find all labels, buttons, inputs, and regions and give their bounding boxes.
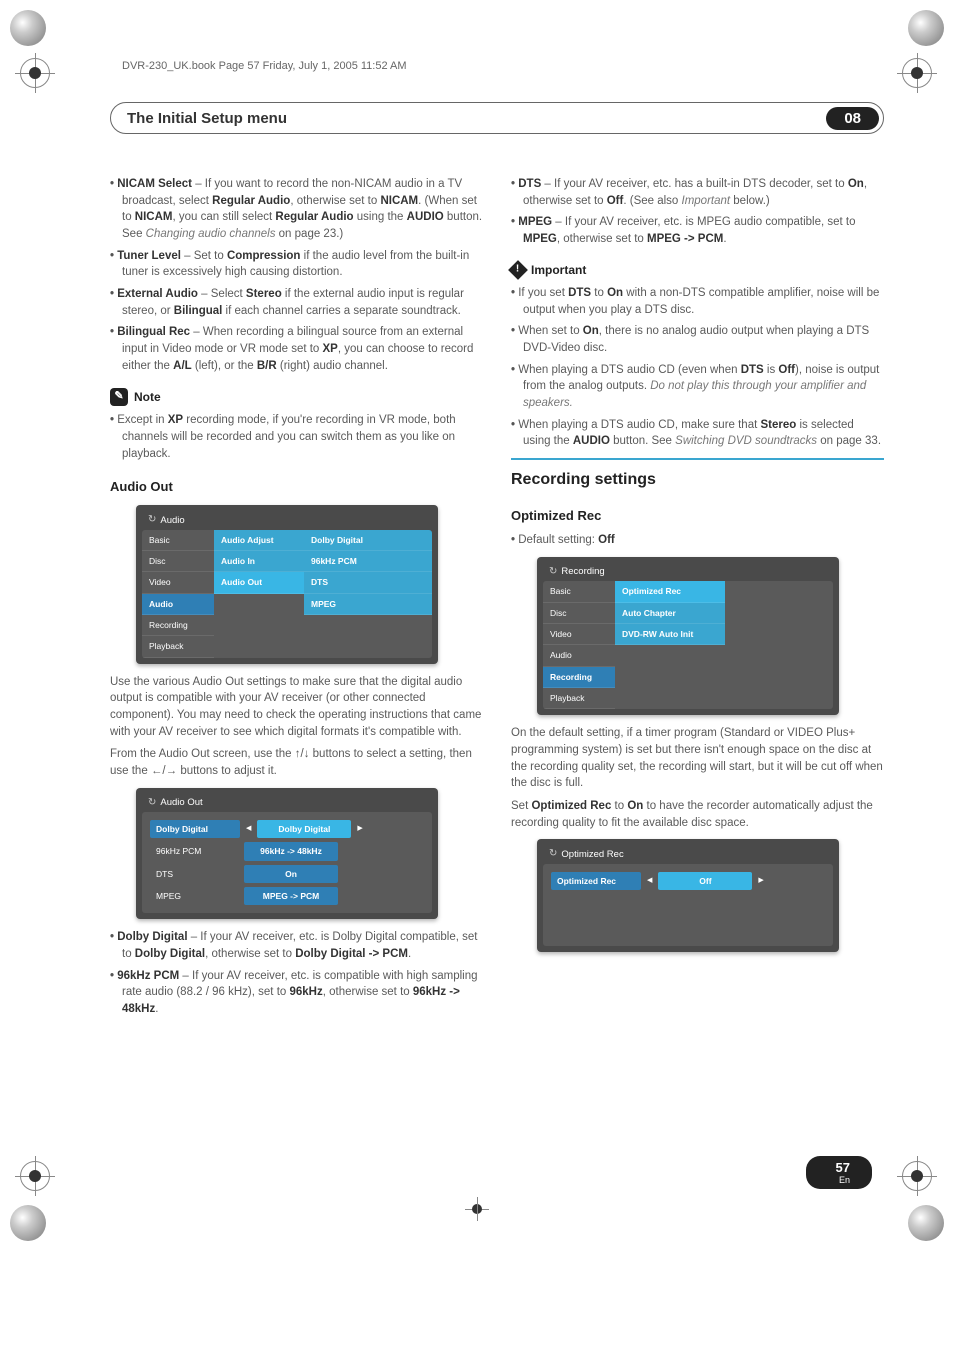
important-item-1: If you set DTS to On with a non-DTS comp… bbox=[511, 285, 884, 318]
ui-cell: Dolby Digital bbox=[304, 530, 432, 551]
optimized-rec-para2: Set Optimized Rec to On to have the reco… bbox=[511, 798, 884, 831]
ui-cell: Recording bbox=[142, 615, 214, 636]
ui-cell: Auto Chapter bbox=[615, 603, 725, 624]
ui-cell: Dolby Digital bbox=[150, 820, 240, 838]
ui-cell: DTS bbox=[150, 865, 240, 883]
ui-panel-recording: Recording Basic Disc Video Audio Recordi… bbox=[537, 557, 839, 715]
ui-cell: Playback bbox=[142, 636, 214, 657]
ui-cell: Audio In bbox=[214, 551, 304, 572]
page-language: En bbox=[836, 1175, 850, 1185]
item-mpeg: MPEG – If your AV receiver, etc. is MPEG… bbox=[511, 214, 884, 247]
ui-cell: MPEG bbox=[304, 594, 432, 615]
ui-cell: Recording bbox=[543, 667, 615, 688]
print-corner-br bbox=[908, 1205, 944, 1241]
print-corner-tl bbox=[10, 10, 46, 46]
ui-cell: Audio bbox=[543, 645, 615, 666]
updown-arrow-icon: ↑/↓ bbox=[295, 748, 310, 760]
ui-panel-audio: Audio Basic Disc Video Audio Recording P… bbox=[136, 505, 438, 663]
item-external-audio: External Audio – Select Stereo if the ex… bbox=[110, 286, 483, 319]
ui-cell: Audio Adjust bbox=[214, 530, 304, 551]
ui-cell: Playback bbox=[543, 688, 615, 709]
heading-recording-settings: Recording settings bbox=[511, 458, 884, 491]
item-bilingual-rec: Bilingual Rec – When recording a bilingu… bbox=[110, 324, 483, 374]
note-icon: ✎ bbox=[110, 388, 128, 406]
chapter-title: The Initial Setup menu bbox=[127, 110, 287, 127]
print-corner-bl bbox=[10, 1205, 46, 1241]
registration-mark-tl bbox=[20, 58, 52, 90]
ui-panel-recording-title: Recording bbox=[543, 563, 833, 582]
print-corner-tr bbox=[908, 10, 944, 46]
item-96khz-pcm: 96kHz PCM – If your AV receiver, etc. is… bbox=[110, 968, 483, 1018]
registration-mark-bl bbox=[20, 1161, 52, 1193]
ui-cell: 96kHz PCM bbox=[150, 842, 240, 860]
ui-panel-optimized-rec: Optimized Rec Optimized Rec◀Off▶ bbox=[537, 839, 839, 952]
chapter-number-badge: 08 bbox=[826, 107, 879, 130]
ui-cell: Off bbox=[658, 872, 752, 890]
ui-cell: Video bbox=[543, 624, 615, 645]
heading-optimized-rec: Optimized Rec bbox=[511, 507, 884, 526]
ui-cell: Audio bbox=[142, 594, 214, 615]
ui-cell: 96kHz PCM bbox=[304, 551, 432, 572]
page-number: 57 bbox=[836, 1160, 850, 1175]
ui-cell: Dolby Digital bbox=[257, 820, 351, 838]
leftright-arrow-icon: ←/→ bbox=[151, 765, 177, 777]
left-column: NICAM Select – If you want to record the… bbox=[110, 174, 483, 1026]
optimized-rec-default: Default setting: Off bbox=[511, 532, 884, 549]
book-header-line: DVR-230_UK.book Page 57 Friday, July 1, … bbox=[122, 60, 884, 72]
heading-audio-out: Audio Out bbox=[110, 478, 483, 497]
note-heading: ✎ Note bbox=[110, 388, 483, 406]
chapter-titlebar: The Initial Setup menu 08 bbox=[110, 102, 884, 134]
note-text: Except in XP recording mode, if you're r… bbox=[110, 412, 483, 462]
ui-cell: Optimized Rec bbox=[615, 581, 725, 602]
ui-cell: Audio Out bbox=[214, 572, 304, 593]
ui-panel-audio-title: Audio bbox=[142, 511, 432, 530]
important-icon: ! bbox=[508, 260, 528, 280]
right-column: DTS – If your AV receiver, etc. has a bu… bbox=[511, 174, 884, 1026]
ui-panel-audio-out-title: Audio Out bbox=[142, 794, 432, 813]
ui-cell: On bbox=[244, 865, 338, 883]
item-dolby-digital: Dolby Digital – If your AV receiver, etc… bbox=[110, 929, 483, 962]
registration-mark-tr bbox=[902, 58, 934, 90]
ui-cell: DVD-RW Auto Init bbox=[615, 624, 725, 645]
optimized-rec-para1: On the default setting, if a timer progr… bbox=[511, 725, 884, 792]
audio-out-para2: From the Audio Out screen, use the ↑/↓ b… bbox=[110, 746, 483, 779]
registration-mark-br bbox=[902, 1161, 934, 1193]
ui-panel-optimized-rec-title: Optimized Rec bbox=[543, 845, 833, 864]
page-number-badge: 57 En bbox=[806, 1156, 872, 1189]
ui-cell: MPEG -> PCM bbox=[244, 887, 338, 905]
item-dts: DTS – If your AV receiver, etc. has a bu… bbox=[511, 176, 884, 209]
ui-panel-audio-out: Audio Out Dolby Digital◀Dolby Digital▶ 9… bbox=[136, 788, 438, 920]
ui-cell: MPEG bbox=[150, 887, 240, 905]
registration-mark-bottom-center bbox=[465, 1197, 489, 1221]
ui-cell: Disc bbox=[543, 603, 615, 624]
item-nicam-select: NICAM Select – If you want to record the… bbox=[110, 176, 483, 243]
ui-cell: Optimized Rec bbox=[551, 872, 641, 890]
important-item-3: When playing a DTS audio CD (even when D… bbox=[511, 362, 884, 412]
ui-cell: Basic bbox=[142, 530, 214, 551]
audio-out-para1: Use the various Audio Out settings to ma… bbox=[110, 674, 483, 741]
ui-cell: DTS bbox=[304, 572, 432, 593]
ui-cell: Video bbox=[142, 572, 214, 593]
important-heading: ! Important bbox=[511, 262, 884, 279]
item-tuner-level: Tuner Level – Set to Compression if the … bbox=[110, 248, 483, 281]
ui-cell: 96kHz -> 48kHz bbox=[244, 842, 338, 860]
ui-cell: Basic bbox=[543, 581, 615, 602]
important-item-4: When playing a DTS audio CD, make sure t… bbox=[511, 417, 884, 450]
ui-cell: Disc bbox=[142, 551, 214, 572]
page-content: DVR-230_UK.book Page 57 Friday, July 1, … bbox=[0, 0, 954, 1251]
important-item-2: When set to On, there is no analog audio… bbox=[511, 323, 884, 356]
